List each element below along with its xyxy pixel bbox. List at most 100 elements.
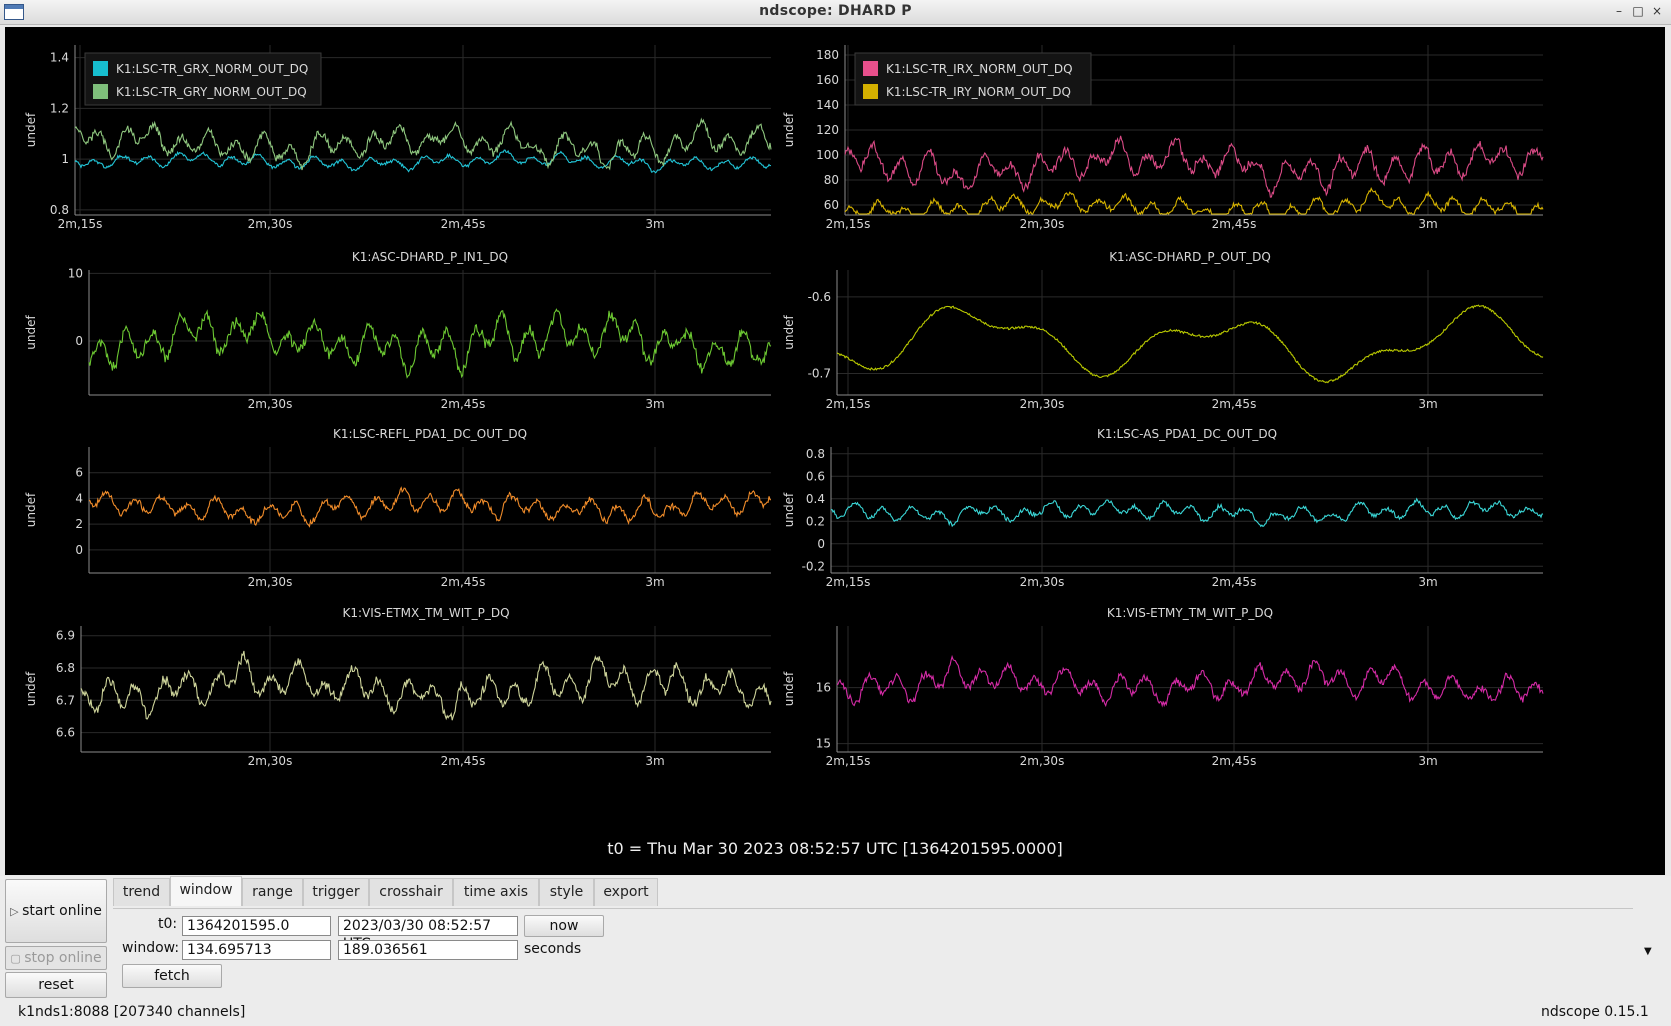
series-trace xyxy=(88,308,772,379)
plot-panel[interactable]: 6.6 6.7 6.8 6.9 2m,30s 2m,45s 3m undef K1:VIS-ET… xyxy=(24,606,772,768)
y-tick-label: 10 xyxy=(68,266,83,280)
close-button[interactable]: × xyxy=(1649,3,1665,19)
t0-utc-field[interactable]: 2023/03/30 08:52:57 UTC xyxy=(338,916,518,952)
plot-panel[interactable]: -0.2 0 0.2 0.4 0.6 0.8 2m,15s 2m,30s 2m,45s 3m und… xyxy=(782,427,1544,589)
y-axis-label: undef xyxy=(24,671,38,706)
y-axis-label: undef xyxy=(24,112,38,147)
tab-crosshair[interactable]: crosshair xyxy=(369,878,453,906)
x-tick-label: 2m,30s xyxy=(1020,217,1065,231)
minimize-button[interactable]: – xyxy=(1611,3,1627,19)
title-bar: ndscope: DHARD P – □ × xyxy=(0,0,1671,25)
plot-panel[interactable]: 0 10 2m,30s 2m,45s 3m undef K1:ASC-DHARD_P_IN1… xyxy=(24,250,772,411)
y-tick-label: 160 xyxy=(816,73,839,87)
plot-panel[interactable]: 60 80 100 120 140 160 180 2m,15s 2m,30s 2m,45s 3m u… xyxy=(782,45,1544,231)
y-axis-label: undef xyxy=(24,315,38,350)
y-tick-label: 2 xyxy=(75,517,83,531)
y-tick-label: -0.2 xyxy=(802,559,825,573)
tab-trigger[interactable]: trigger xyxy=(303,878,369,906)
x-tick-label: 2m,45s xyxy=(1212,397,1257,411)
y-tick-label: 1 xyxy=(61,152,69,166)
plot-panel[interactable]: -0.7 -0.6 2m,15s 2m,30s 2m,45s 3m undef K1:ASC-… xyxy=(782,250,1544,411)
tab-time-axis[interactable]: time axis xyxy=(453,878,539,906)
y-tick-label: 0.2 xyxy=(806,514,825,528)
series-trace xyxy=(836,654,1544,708)
y-tick-label: 120 xyxy=(816,123,839,137)
legend-entry: K1:LSC-TR_GRY_NORM_OUT_DQ xyxy=(116,85,307,99)
now-button[interactable]: now xyxy=(524,915,604,937)
y-tick-label: 0 xyxy=(817,537,825,551)
plot-title: K1:ASC-DHARD_P_IN1_DQ xyxy=(352,250,508,264)
play-icon: ▷ xyxy=(10,905,23,918)
x-tick-label: 2m,30s xyxy=(1020,397,1065,411)
plot-area[interactable]: 0.8 1 1.2 1.4 2m,15s 2m,30s 2m,45s 3m undef K1:LS… xyxy=(5,27,1665,875)
plot-title: K1:VIS-ETMX_TM_WIT_P_DQ xyxy=(342,606,509,620)
start-online-label: start online xyxy=(22,903,102,919)
t0-gps-field[interactable]: 1364201595.0 xyxy=(182,916,331,936)
plot-panel[interactable]: 0.8 1 1.2 1.4 2m,15s 2m,30s 2m,45s 3m undef K1:LS… xyxy=(24,45,772,231)
x-tick-label: 2m,30s xyxy=(248,575,293,589)
y-tick-label: 1.4 xyxy=(50,51,69,65)
y-axis-label: undef xyxy=(782,315,796,350)
t0-label: t0: xyxy=(158,916,178,932)
t0-readout: t0 = Thu Mar 30 2023 08:52:57 UTC [13642… xyxy=(607,839,1063,858)
stop-online-label: stop online xyxy=(24,950,102,966)
tab-trend[interactable]: trend xyxy=(113,878,170,906)
window-label: window: xyxy=(122,940,180,956)
x-tick-label: 2m,30s xyxy=(248,754,293,768)
x-tick-label: 2m,30s xyxy=(1020,575,1065,589)
seconds-label: seconds xyxy=(524,941,582,957)
y-tick-label: 80 xyxy=(824,173,839,187)
series-trace xyxy=(80,650,772,721)
x-tick-label: 2m,15s xyxy=(826,397,871,411)
legend-swatch xyxy=(863,84,878,99)
x-tick-label: 2m,30s xyxy=(248,397,293,411)
x-tick-label: 2m,15s xyxy=(826,754,871,768)
plot-title: K1:LSC-REFL_PDA1_DC_OUT_DQ xyxy=(333,427,527,441)
y-tick-label: -0.7 xyxy=(808,367,831,381)
series-trace xyxy=(836,304,1544,384)
legend-entry: K1:LSC-TR_GRX_NORM_OUT_DQ xyxy=(116,62,308,76)
x-tick-label: 2m,45s xyxy=(441,397,486,411)
control-panel: ▷ start online ▢ stop online reset trend… xyxy=(0,876,1671,1026)
x-tick-label: 2m,45s xyxy=(1212,575,1257,589)
y-tick-label: 6 xyxy=(75,466,83,480)
window-start-field[interactable]: 134.695713 xyxy=(182,940,331,960)
plot-title: K1:VIS-ETMY_TM_WIT_P_DQ xyxy=(1107,606,1273,620)
tab-range[interactable]: range xyxy=(242,878,303,906)
start-online-button[interactable]: ▷ start online xyxy=(5,879,107,943)
window-title: ndscope: DHARD P xyxy=(759,3,912,19)
series-trace xyxy=(844,187,1544,216)
y-tick-label: 6.6 xyxy=(56,726,75,740)
x-tick-label: 3m xyxy=(1418,575,1437,589)
stop-icon: ▢ xyxy=(10,952,25,965)
legend-entry: K1:LSC-TR_IRY_NORM_OUT_DQ xyxy=(886,85,1071,99)
series-trace xyxy=(830,497,1544,528)
series-trace xyxy=(74,149,772,174)
x-tick-label: 2m,30s xyxy=(248,217,293,231)
tab-window[interactable]: window xyxy=(170,876,242,906)
reset-button[interactable]: reset xyxy=(5,972,107,998)
legend-entry: K1:LSC-TR_IRX_NORM_OUT_DQ xyxy=(886,62,1073,76)
x-tick-label: 2m,15s xyxy=(58,217,103,231)
tab-style[interactable]: style xyxy=(539,878,594,906)
maximize-button[interactable]: □ xyxy=(1630,3,1646,19)
legend-swatch xyxy=(93,84,108,99)
x-tick-label: 2m,15s xyxy=(826,217,871,231)
stop-online-button[interactable]: ▢ stop online xyxy=(5,946,107,970)
version-label: ndscope 0.15.1 xyxy=(1541,1004,1649,1020)
x-tick-label: 2m,45s xyxy=(441,754,486,768)
y-tick-label: 6.7 xyxy=(56,693,75,707)
plot-panel[interactable]: 15 16 2m,15s 2m,30s 2m,45s 3m undef K1:VIS-ETMY… xyxy=(782,606,1544,768)
window-end-field[interactable]: 189.036561 xyxy=(338,940,518,960)
tab-export[interactable]: export xyxy=(594,878,658,906)
y-tick-label: 0.8 xyxy=(50,203,69,217)
y-tick-label: 15 xyxy=(816,737,831,751)
y-tick-label: 16 xyxy=(816,681,831,695)
plot-title: K1:ASC-DHARD_P_OUT_DQ xyxy=(1109,250,1271,264)
x-tick-label: 2m,45s xyxy=(441,217,486,231)
plot-panel[interactable]: 0 2 4 6 2m,30s 2m,45s 3m undef K1:LSC-REFL_PDA1_… xyxy=(24,427,771,589)
plots-canvas[interactable]: 0.8 1 1.2 1.4 2m,15s 2m,30s 2m,45s 3m undef K1:LS… xyxy=(5,27,1665,875)
y-tick-label: 60 xyxy=(824,198,839,212)
dropdown-arrow-icon[interactable]: ▼ xyxy=(1644,946,1652,957)
fetch-button[interactable]: fetch xyxy=(122,964,222,988)
